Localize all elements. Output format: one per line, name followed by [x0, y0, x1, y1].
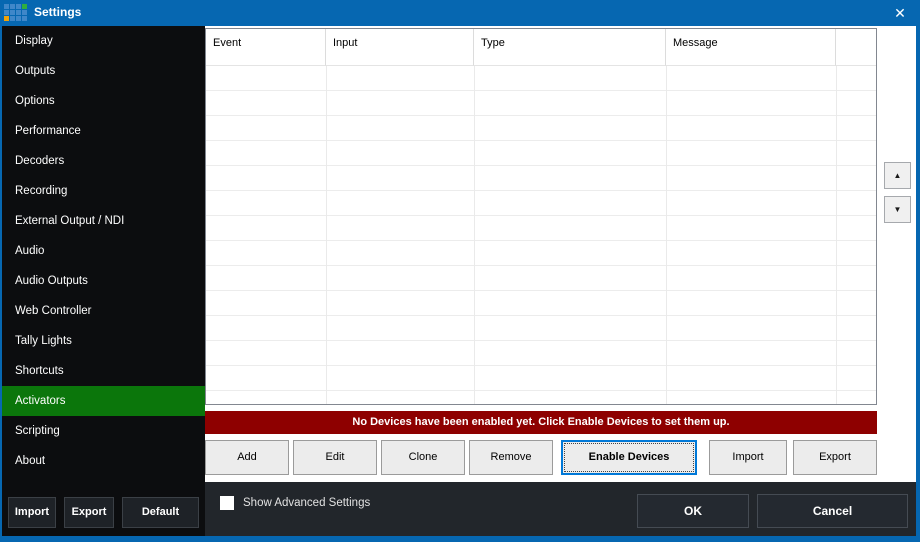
sidebar-item-about[interactable]: About — [2, 446, 205, 476]
sidebar-item-shortcuts[interactable]: Shortcuts — [2, 356, 205, 386]
settings-sidebar: Display Outputs Options Performance Deco… — [2, 26, 205, 536]
column-header-input[interactable]: Input — [326, 29, 474, 66]
arrow-up-icon: ▲ — [894, 171, 902, 180]
activators-panel: Event Input Type Message ▲ ▼ No Devices … — [205, 26, 916, 482]
settings-window: Settings ✕ Display Outputs Options Perfo… — [0, 0, 920, 542]
sidebar-item-outputs[interactable]: Outputs — [2, 56, 205, 86]
column-header-event[interactable]: Event — [206, 29, 326, 66]
column-divider — [836, 66, 837, 404]
sidebar-item-activators[interactable]: Activators — [2, 386, 205, 416]
show-advanced-settings-checkbox[interactable] — [220, 496, 234, 510]
arrow-down-icon: ▼ — [894, 205, 902, 214]
enable-devices-button[interactable]: Enable Devices — [561, 440, 697, 475]
table-body-empty[interactable] — [206, 66, 876, 404]
sidebar-item-display[interactable]: Display — [2, 26, 205, 56]
sidebar-item-tally-lights[interactable]: Tally Lights — [2, 326, 205, 356]
dialog-footer: Show Advanced Settings OK Cancel — [205, 482, 916, 536]
remove-button[interactable]: Remove — [469, 440, 553, 475]
sidebar-item-web-controller[interactable]: Web Controller — [2, 296, 205, 326]
column-divider — [326, 66, 327, 404]
move-up-button[interactable]: ▲ — [884, 162, 911, 189]
sidebar-export-button[interactable]: Export — [64, 497, 114, 528]
edit-button[interactable]: Edit — [293, 440, 377, 475]
clone-button[interactable]: Clone — [381, 440, 465, 475]
sidebar-item-decoders[interactable]: Decoders — [2, 146, 205, 176]
import-button[interactable]: Import — [709, 440, 787, 475]
cancel-button[interactable]: Cancel — [757, 494, 908, 528]
column-divider — [474, 66, 475, 404]
export-button[interactable]: Export — [793, 440, 877, 475]
action-button-row: Add Edit Clone Remove Enable Devices Imp… — [205, 440, 877, 476]
ok-button[interactable]: OK — [637, 494, 749, 528]
table-header-row: Event Input Type Message — [206, 29, 876, 66]
vmix-logo-icon — [4, 4, 27, 21]
sidebar-item-audio[interactable]: Audio — [2, 236, 205, 266]
add-button[interactable]: Add — [205, 440, 289, 475]
sidebar-item-options[interactable]: Options — [2, 86, 205, 116]
column-header-message[interactable]: Message — [666, 29, 836, 66]
window-title: Settings — [34, 5, 81, 19]
show-advanced-settings-label: Show Advanced Settings — [243, 482, 370, 524]
no-devices-warning-banner: No Devices have been enabled yet. Click … — [205, 411, 877, 434]
sidebar-item-scripting[interactable]: Scripting — [2, 416, 205, 446]
activators-table: Event Input Type Message — [205, 28, 877, 405]
sidebar-item-audio-outputs[interactable]: Audio Outputs — [2, 266, 205, 296]
sidebar-import-button[interactable]: Import — [8, 497, 56, 528]
sidebar-item-performance[interactable]: Performance — [2, 116, 205, 146]
sidebar-item-external-output-ndi[interactable]: External Output / NDI — [2, 206, 205, 236]
close-icon[interactable]: ✕ — [884, 0, 916, 26]
sidebar-item-recording[interactable]: Recording — [2, 176, 205, 206]
column-divider — [666, 66, 667, 404]
titlebar: Settings ✕ — [0, 0, 920, 26]
column-header-type[interactable]: Type — [474, 29, 666, 66]
column-header-spacer — [836, 29, 876, 66]
sidebar-default-button[interactable]: Default — [122, 497, 199, 528]
move-down-button[interactable]: ▼ — [884, 196, 911, 223]
